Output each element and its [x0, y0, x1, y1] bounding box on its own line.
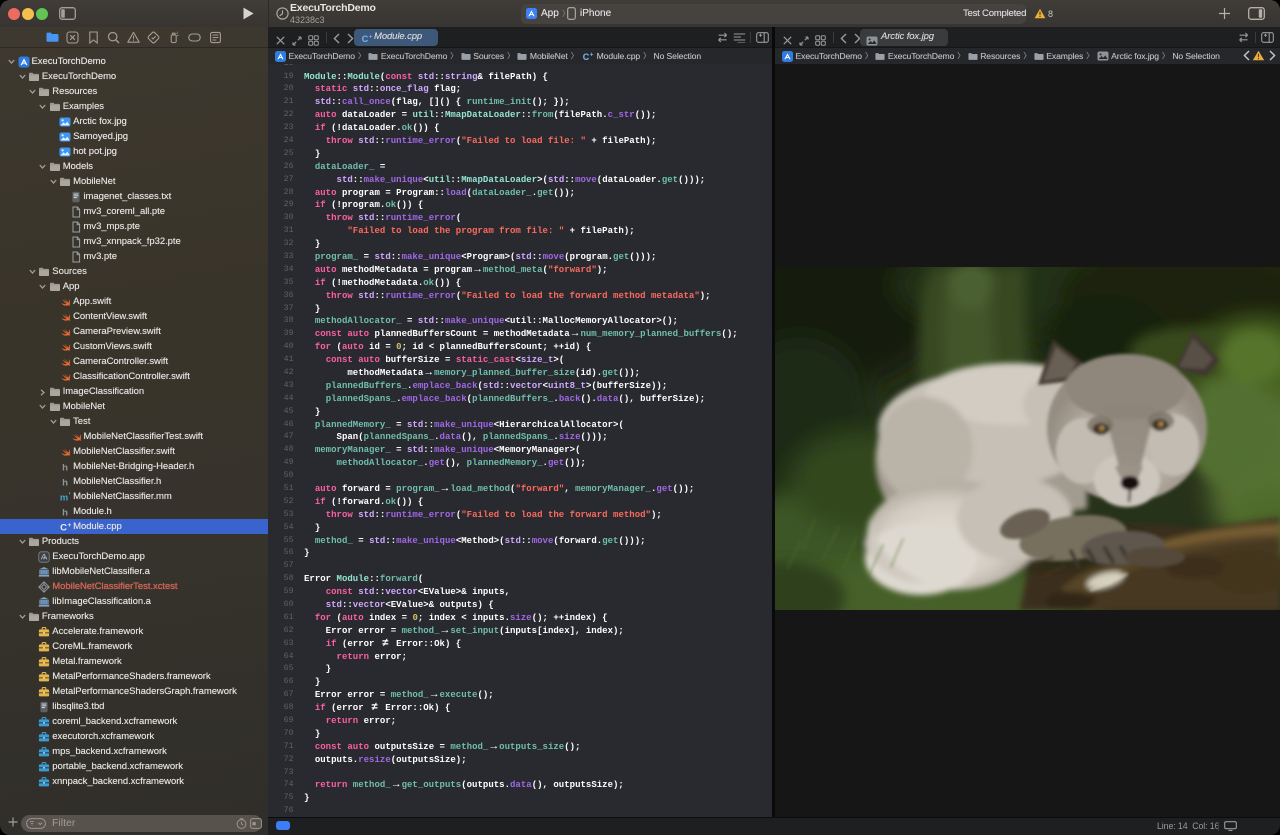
svg-text:h: h	[62, 477, 68, 488]
svg-text:+: +	[68, 521, 72, 528]
svg-text:C: C	[583, 52, 590, 62]
svg-text:h: h	[62, 462, 68, 473]
svg-text:C: C	[362, 34, 369, 44]
svg-text:m: m	[60, 492, 68, 502]
svg-text:': '	[69, 492, 71, 499]
svg-text:+: +	[590, 52, 594, 58]
svg-text:+: +	[369, 35, 373, 41]
svg-text:h: h	[62, 507, 68, 518]
svg-text:C: C	[60, 522, 67, 533]
